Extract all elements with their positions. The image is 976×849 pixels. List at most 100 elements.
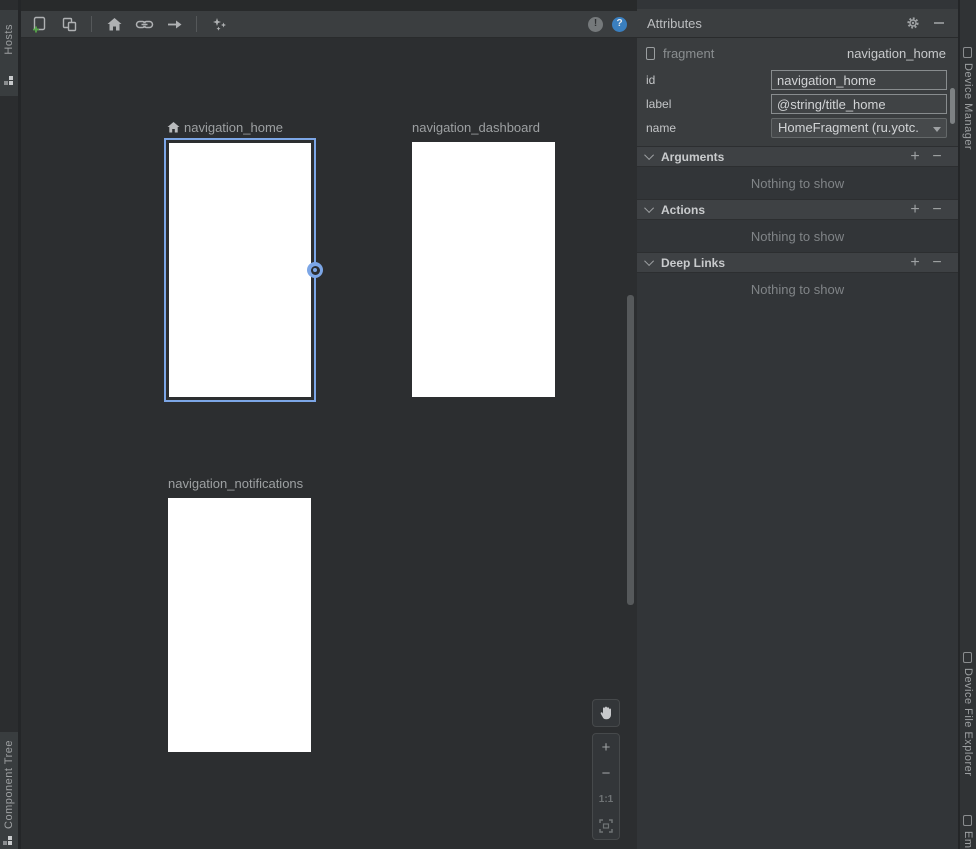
fragment-dashboard-label: navigation_dashboard bbox=[412, 120, 540, 135]
deep-links-section-title: Deep Links bbox=[661, 256, 904, 270]
fragment-home-selection-frame[interactable] bbox=[164, 138, 316, 402]
deep-link-button[interactable] bbox=[133, 13, 155, 35]
panel-settings-button[interactable] bbox=[904, 14, 922, 32]
emulator-icon bbox=[963, 815, 972, 826]
panel-hide-button[interactable] bbox=[930, 14, 948, 32]
fragment-home-action-handle[interactable] bbox=[307, 262, 323, 278]
chevron-down-icon bbox=[933, 127, 941, 132]
fragment-notifications-id: navigation_notifications bbox=[168, 476, 303, 491]
zoom-actual-size-button[interactable]: 1:1 bbox=[593, 787, 619, 813]
deep-link-icon bbox=[135, 16, 154, 33]
id-field-input[interactable] bbox=[771, 70, 947, 90]
editor-top-strip bbox=[21, 0, 637, 11]
attr-row-label: label bbox=[637, 94, 958, 114]
component-tree-icon bbox=[3, 836, 14, 846]
toolbar-divider bbox=[91, 16, 92, 32]
actions-empty-state: Nothing to show bbox=[637, 221, 958, 252]
label-field-label: label bbox=[646, 94, 671, 114]
auto-arrange-button[interactable] bbox=[208, 13, 230, 35]
actions-section-header[interactable]: Actions + − bbox=[637, 199, 958, 220]
toolbar-divider bbox=[196, 16, 197, 32]
attributes-panel-header: Attributes bbox=[637, 9, 958, 38]
deep-links-remove-button[interactable]: − bbox=[926, 255, 948, 271]
nav-graph-canvas[interactable]: navigation_home navigation_dashboard nav… bbox=[21, 38, 634, 849]
arguments-section-title: Arguments bbox=[661, 150, 904, 164]
canvas-vertical-scrollbar[interactable] bbox=[627, 295, 634, 605]
nested-graph-button[interactable] bbox=[58, 13, 80, 35]
zoom-in-button[interactable]: + bbox=[593, 734, 619, 760]
hosts-icon bbox=[4, 76, 15, 86]
device-manager-icon bbox=[963, 47, 972, 58]
emulator-tab-label: Emulator bbox=[962, 831, 974, 849]
device-file-explorer-icon bbox=[963, 652, 972, 663]
minimize-icon bbox=[933, 17, 945, 29]
selected-component-row: fragment navigation_home bbox=[637, 44, 958, 62]
zoom-control-group: + − 1:1 bbox=[592, 733, 620, 840]
nested-graph-icon bbox=[61, 16, 78, 33]
name-field-label: name bbox=[646, 118, 676, 138]
fragment-notifications-preview[interactable] bbox=[168, 498, 311, 752]
add-action-button[interactable] bbox=[163, 13, 185, 35]
chevron-expanded-icon bbox=[644, 203, 654, 213]
new-destination-button[interactable] bbox=[28, 13, 50, 35]
attr-row-name: name HomeFragment (ru.yotc. bbox=[637, 118, 958, 138]
fragment-dashboard-id: navigation_dashboard bbox=[412, 120, 540, 135]
actions-empty-text: Nothing to show bbox=[751, 229, 844, 244]
deep-links-empty-text: Nothing to show bbox=[751, 282, 844, 297]
action-arrow-icon bbox=[166, 16, 183, 33]
arguments-remove-button[interactable]: − bbox=[926, 149, 948, 165]
fragment-notifications-label: navigation_notifications bbox=[168, 476, 303, 491]
attributes-panel-title: Attributes bbox=[647, 16, 702, 31]
actions-section-title: Actions bbox=[661, 203, 904, 217]
actions-remove-button[interactable]: − bbox=[926, 202, 948, 218]
device-file-explorer-tab-label: Device File Explorer bbox=[962, 668, 974, 776]
name-field-dropdown[interactable]: HomeFragment (ru.yotc. bbox=[771, 118, 947, 138]
deep-links-empty-state: Nothing to show bbox=[637, 274, 958, 305]
gradle-tab[interactable]: Gradle bbox=[960, 0, 976, 32]
component-tree-tab[interactable]: Component Tree bbox=[0, 732, 18, 849]
zoom-to-fit-icon bbox=[599, 819, 613, 833]
new-destination-icon bbox=[31, 16, 48, 33]
deep-links-section-header[interactable]: Deep Links + − bbox=[637, 252, 958, 273]
nav-editor-toolbar: ! ? bbox=[21, 11, 637, 38]
device-manager-tab-label: Device Manager bbox=[962, 63, 974, 150]
fragment-home-label: navigation_home bbox=[167, 120, 283, 135]
arguments-add-button[interactable]: + bbox=[904, 149, 926, 165]
attr-row-id: id bbox=[637, 70, 958, 90]
start-destination-home-icon bbox=[167, 121, 180, 134]
deep-links-add-button[interactable]: + bbox=[904, 255, 926, 271]
fragment-dashboard-preview[interactable] bbox=[412, 142, 555, 397]
zoom-out-button[interactable]: − bbox=[593, 760, 619, 786]
issues-indicator-icon[interactable]: ! bbox=[588, 17, 603, 32]
component-id-value: navigation_home bbox=[714, 46, 946, 61]
panel-scrollbar[interactable] bbox=[950, 88, 955, 124]
help-icon[interactable]: ? bbox=[612, 17, 627, 32]
component-tree-tab-label: Component Tree bbox=[3, 740, 15, 829]
arguments-empty-state: Nothing to show bbox=[637, 168, 958, 199]
assign-start-destination-button[interactable] bbox=[103, 13, 125, 35]
attributes-panel: Attributes fragment navigat bbox=[637, 0, 958, 849]
hand-icon bbox=[598, 705, 614, 721]
right-toolwindow-strip: Gradle Device Manager Device File Explor… bbox=[960, 0, 976, 849]
left-toolwindow-strip: Hosts Component Tree bbox=[0, 0, 18, 849]
fragment-icon bbox=[646, 47, 655, 60]
actions-add-button[interactable]: + bbox=[904, 202, 926, 218]
hosts-tab[interactable]: Hosts bbox=[0, 10, 18, 96]
label-field-input[interactable] bbox=[771, 94, 947, 114]
home-icon bbox=[106, 16, 123, 33]
chevron-expanded-icon bbox=[644, 256, 654, 266]
hosts-tab-label: Hosts bbox=[3, 24, 15, 55]
component-type-label: fragment bbox=[663, 46, 714, 61]
navigation-editor-window: Hosts Component Tree Code Split bbox=[0, 0, 976, 849]
gear-icon bbox=[906, 16, 920, 30]
arguments-section-header[interactable]: Arguments + − bbox=[637, 146, 958, 167]
arguments-empty-text: Nothing to show bbox=[751, 176, 844, 191]
fragment-home-preview[interactable] bbox=[169, 143, 311, 397]
name-field-value: HomeFragment (ru.yotc. bbox=[778, 120, 919, 135]
auto-arrange-icon bbox=[210, 15, 229, 34]
zoom-to-fit-button[interactable] bbox=[593, 813, 619, 839]
fragment-home-id: navigation_home bbox=[184, 120, 283, 135]
chevron-expanded-icon bbox=[644, 150, 654, 160]
pan-button[interactable] bbox=[592, 699, 620, 727]
id-field-label: id bbox=[646, 70, 655, 90]
